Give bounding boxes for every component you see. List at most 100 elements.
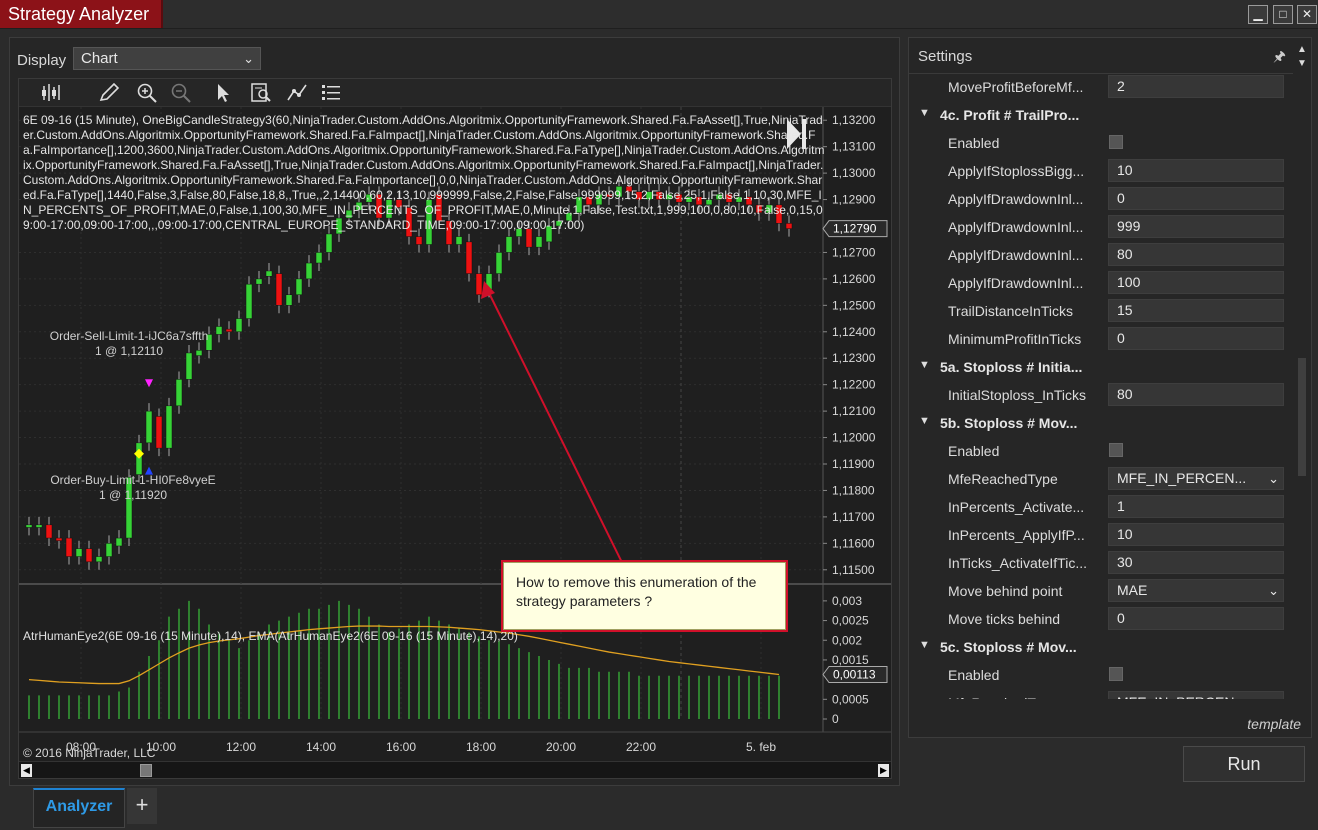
time-tick-label: 5. feb [746, 740, 776, 754]
pin-icon[interactable]: 🖈 [1273, 46, 1286, 70]
chart-panel: Display Chart ⌄ 1,13200 1,13100 1,13000 … [9, 37, 900, 786]
settings-property-row[interactable]: InitialStoploss_InTicks 80 [909, 381, 1293, 409]
property-select[interactable]: MAE ⌄ [1108, 579, 1284, 602]
property-name: Enabled [948, 135, 1000, 151]
property-value-input[interactable]: 80 [1108, 383, 1284, 406]
property-value-input[interactable]: 0 [1108, 607, 1284, 630]
settings-property-row[interactable]: Enabled [909, 437, 1293, 465]
settings-property-row[interactable]: TrailDistanceInTicks 15 [909, 297, 1293, 325]
bar-type-icon[interactable] [39, 82, 63, 104]
run-button[interactable]: Run [1183, 746, 1305, 782]
properties-icon[interactable] [319, 82, 343, 104]
category-label: 5b. Stoploss # Mov... [940, 415, 1078, 431]
template-link[interactable]: template [1247, 716, 1301, 732]
sell-order-label: 1 @ 1,12110 [95, 344, 163, 358]
settings-property-row[interactable]: InPercents_ApplyIfP... 10 [909, 521, 1293, 549]
settings-property-row[interactable]: MinimumProfitInTicks 0 [909, 325, 1293, 353]
property-value-input[interactable]: 10 [1108, 523, 1284, 546]
data-box-icon[interactable] [249, 82, 273, 104]
tab-analyzer[interactable]: Analyzer [33, 788, 125, 828]
minimize-button[interactable]: ▁ [1248, 5, 1268, 24]
add-tab-button[interactable]: + [127, 788, 157, 824]
settings-scroll-thumb[interactable] [1298, 358, 1306, 476]
property-name: InPercents_Activate... [948, 499, 1085, 515]
horizontal-scrollbar[interactable]: ◀ ▶ [19, 761, 891, 778]
indicators-icon[interactable] [285, 82, 309, 104]
display-selected-value: Chart [81, 50, 118, 67]
enabled-checkbox[interactable] [1109, 443, 1123, 457]
collapse-triangle-icon[interactable]: ▼ [919, 639, 930, 651]
settings-property-row[interactable]: ApplyIfDrawdownInl... 999 [909, 213, 1293, 241]
property-select[interactable]: MFE_IN_PERCEN... ⌄ [1108, 691, 1284, 699]
settings-property-row[interactable]: ApplyIfDrawdownInl... 80 [909, 241, 1293, 269]
settings-category[interactable]: ▼ 4c. Profit # TrailPro... [909, 101, 1293, 129]
time-tick-label: 16:00 [386, 740, 416, 754]
property-name: ApplyIfStoplossBigg... [948, 163, 1085, 179]
collapse-triangle-icon[interactable]: ▼ [919, 359, 930, 371]
buy-order-label: 1 @ 1,11920 [99, 488, 167, 502]
candle [315, 252, 323, 264]
settings-property-row[interactable]: MfeReachedType MFE_IN_PERCEN... ⌄ [909, 689, 1293, 699]
collapse-triangle-icon[interactable]: ▼ [919, 415, 930, 427]
price-tick-label: 1,11600 [832, 536, 875, 550]
property-name: InTicks_ActivateIfTic... [948, 555, 1087, 571]
close-button[interactable]: ✕ [1297, 5, 1317, 24]
settings-property-row[interactable]: ApplyIfDrawdownInl... 0 [909, 185, 1293, 213]
scroll-thumb[interactable] [140, 764, 152, 777]
candle [215, 326, 223, 335]
property-value-input[interactable]: 0 [1108, 187, 1284, 210]
enabled-checkbox[interactable] [1109, 135, 1123, 149]
price-tick-label: 1,13000 [832, 166, 876, 180]
settings-property-row[interactable]: MfeReachedType MFE_IN_PERCEN... ⌄ [909, 465, 1293, 493]
zoom-in-icon[interactable] [135, 82, 159, 104]
candle [75, 548, 83, 557]
drawing-tool-icon[interactable] [97, 82, 121, 104]
enabled-checkbox[interactable] [1109, 667, 1123, 681]
chevron-down-icon: ⌄ [243, 51, 254, 66]
property-value-input[interactable]: 100 [1108, 271, 1284, 294]
bottom-tab-bar: Analyzer + [0, 786, 1318, 830]
settings-property-row[interactable]: InTicks_ActivateIfTic... 30 [909, 549, 1293, 577]
price-tick-label: 1,11700 [832, 510, 875, 524]
property-value-input[interactable]: 999 [1108, 215, 1284, 238]
settings-property-row[interactable]: Move ticks behind 0 [909, 605, 1293, 633]
settings-category[interactable]: ▼ 5c. Stoploss # Mov... [909, 633, 1293, 661]
settings-property-row[interactable]: MoveProfitBeforeMf... 2 [909, 75, 1293, 101]
property-value-input[interactable]: 30 [1108, 551, 1284, 574]
settings-property-row[interactable]: Enabled [909, 129, 1293, 157]
scroll-down-icon[interactable]: ▼ [1297, 58, 1307, 69]
settings-property-row[interactable]: Enabled [909, 661, 1293, 689]
property-name: Move behind point [948, 583, 1063, 599]
chart-area[interactable]: 1,13200 1,13100 1,13000 1,12900 1,12700 1,126… [18, 78, 892, 779]
scroll-left-icon[interactable]: ◀ [21, 764, 32, 777]
property-select[interactable]: MFE_IN_PERCEN... ⌄ [1108, 467, 1284, 490]
settings-category[interactable]: ▼ 5a. Stoploss # Initia... [909, 353, 1293, 381]
property-value-input[interactable]: 2 [1108, 75, 1284, 98]
property-value: MFE_IN_PERCEN... [1117, 694, 1246, 699]
settings-vertical-scrollbar[interactable]: ▲ ▼ [1293, 38, 1311, 699]
property-value-input[interactable]: 1 [1108, 495, 1284, 518]
settings-property-row[interactable]: InPercents_Activate... 1 [909, 493, 1293, 521]
property-value-input[interactable]: 10 [1108, 159, 1284, 182]
property-name: MoveProfitBeforeMf... [948, 79, 1084, 95]
candle [285, 294, 293, 306]
candle [185, 352, 193, 380]
property-value-input[interactable]: 80 [1108, 243, 1284, 266]
scroll-up-icon[interactable]: ▲ [1297, 44, 1307, 55]
candle [65, 537, 73, 557]
settings-property-row[interactable]: Move behind point MAE ⌄ [909, 577, 1293, 605]
settings-category[interactable]: ▼ 5b. Stoploss # Mov... [909, 409, 1293, 437]
collapse-triangle-icon[interactable]: ▼ [919, 107, 930, 119]
settings-property-row[interactable]: ApplyIfDrawdownInl... 100 [909, 269, 1293, 297]
property-value-input[interactable]: 15 [1108, 299, 1284, 322]
property-value-input[interactable]: 0 [1108, 327, 1284, 350]
zoom-out-icon[interactable] [169, 82, 193, 104]
property-name: Enabled [948, 667, 1000, 683]
pointer-icon[interactable] [211, 82, 235, 104]
settings-property-row[interactable]: ApplyIfStoplossBigg... 10 [909, 157, 1293, 185]
scroll-right-icon[interactable]: ▶ [878, 764, 889, 777]
display-select[interactable]: Chart ⌄ [73, 47, 261, 70]
maximize-button[interactable]: □ [1273, 5, 1293, 24]
property-name: MfeReachedType [948, 471, 1058, 487]
price-tick-label: 1,11800 [832, 483, 875, 497]
